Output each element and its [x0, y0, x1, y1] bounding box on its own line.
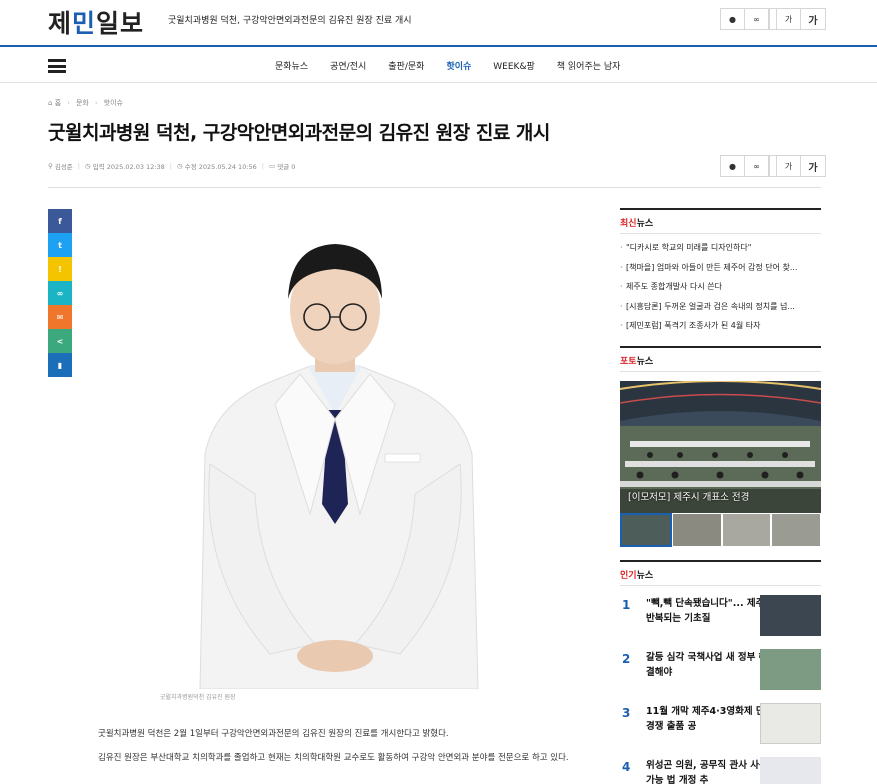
site-logo[interactable]: 제민일보: [48, 4, 144, 40]
article-paragraph: 굿윌치과병원 덕천은 2월 1일부터 구강악안면외과전문의 김유진 원장의 진료…: [98, 729, 449, 739]
kakaostory-icon[interactable]: !: [48, 257, 72, 281]
latest-news-list: "디카시로 학교의 미래를 디자인하다" [책마을] 엄마와 아들이 만든 제주…: [620, 234, 821, 336]
comment-icon: ▭: [269, 162, 276, 170]
article-comments[interactable]: 댓글 0: [277, 161, 295, 171]
clock-icon: ◷: [177, 162, 183, 170]
photo-news-main[interactable]: [이모저모] 제주시 개표소 전경: [620, 381, 821, 513]
list-item[interactable]: 제주도 종합개발사 다시 쓴다: [620, 277, 821, 297]
breadcrumb: ⌂ 홈 › 문화 › 핫이슈: [48, 98, 123, 108]
list-item[interactable]: 2 갈등 심각 국책사업 새 정부 해결해야: [620, 649, 821, 692]
list-item[interactable]: [제민포럼] 폭격기 조종사가 된 4월 타자: [620, 316, 821, 336]
list-item[interactable]: 3 11월 개막 제주4·3영화제 단편경쟁 출품 공: [620, 703, 821, 746]
breadcrumb-culture[interactable]: 문화: [76, 98, 89, 108]
breadcrumb-home[interactable]: 홈: [55, 98, 61, 108]
photo-caption: 굿윌치과병원덕천 김유진 원장: [160, 694, 236, 701]
breadcrumb-hot-issue[interactable]: 핫이슈: [104, 98, 123, 108]
logo-text-3: 일보: [96, 9, 145, 38]
article-photo: [160, 214, 510, 689]
popular-thumb: [760, 649, 821, 690]
article-created: 입력 2025.02.03 12:38: [92, 163, 165, 171]
list-item[interactable]: 1 "빽,빽 단속됐습니다"... 제주서 반복되는 기초질: [620, 595, 821, 638]
logo-text-2: 민: [72, 9, 97, 38]
link-icon[interactable]: ∞: [745, 156, 769, 176]
popular-news-list: 1 "빽,빽 단속됐습니다"... 제주서 반복되는 기초질 2 갈등 심각 국…: [620, 595, 821, 784]
photo-news-heading: 포토뉴스: [620, 346, 821, 372]
popular-thumb: [760, 595, 821, 636]
latest-news-heading: 최신뉴스: [620, 208, 821, 234]
facebook-icon[interactable]: f: [48, 209, 72, 233]
author-icon: ⚲: [48, 162, 53, 170]
top-tool-buttons: ● ∞ 가 가: [720, 8, 826, 30]
popular-news-heading: 인기뉴스: [620, 560, 821, 586]
top-bar: 제민일보 굿윌치과병원 덕천, 구강악안면외과전문의 김유진 원장 진료 개시 …: [0, 0, 877, 45]
popular-news: 인기뉴스: [620, 560, 821, 586]
article-modified: 수정 2025.05.24 10:56: [184, 163, 257, 171]
popular-thumb: [760, 703, 821, 744]
link-icon[interactable]: ∞: [48, 281, 72, 305]
bookmark-icon[interactable]: ▮: [48, 353, 72, 377]
clock-icon: ◷: [85, 162, 91, 170]
list-item[interactable]: "디카시로 학교의 미래를 디자인하다": [620, 238, 821, 258]
email-icon[interactable]: ✉: [48, 305, 72, 329]
share-bar: f t ! ∞ ✉ < ▮: [48, 209, 72, 377]
main-nav: 문화뉴스 공연/전시 출판/문화 핫이슈 WEEK&팡 책 읽어주는 남자: [0, 45, 877, 83]
photo-thumb[interactable]: [771, 513, 821, 547]
nav-item-hot-issue[interactable]: 핫이슈: [446, 59, 471, 72]
link-icon[interactable]: ∞: [745, 9, 769, 29]
nav-item-book-reader[interactable]: 책 읽어주는 남자: [557, 59, 621, 72]
share-icon[interactable]: <: [48, 329, 72, 353]
photo-news-caption: [이모저모] 제주시 개표소 전경: [628, 492, 750, 503]
photo-thumb[interactable]: [721, 513, 772, 547]
article-meta: ⚲ 김성준 | ◷ 입력 2025.02.03 12:38 | ◷ 수정 202…: [48, 161, 296, 171]
home-icon[interactable]: ⌂: [48, 99, 52, 107]
font-large-button[interactable]: 가: [801, 9, 825, 29]
list-item[interactable]: 4 위성곤 의원, 공무직 관사 사용 가능 법 개정 추: [620, 757, 821, 784]
logo-text-1: 제: [48, 9, 73, 38]
photo-thumb[interactable]: [620, 513, 672, 547]
article-title: 굿윌치과병원 덕천, 구강악안면외과전문의 김유진 원장 진료 개시: [48, 122, 550, 144]
print-icon[interactable]: ●: [721, 9, 745, 29]
list-item[interactable]: [시흥담론] 두꺼운 얼굴과 검은 속내의 정치를 넘...: [620, 297, 821, 317]
nav-item-week[interactable]: WEEK&팡: [493, 59, 534, 72]
nav-item-publishing[interactable]: 출판/문화: [388, 59, 424, 72]
article-tool-buttons: ● ∞ 가 가: [720, 155, 826, 177]
top-headline[interactable]: 굿윌치과병원 덕천, 구강악안면외과전문의 김유진 원장 진료 개시: [168, 13, 412, 26]
latest-news: 최신뉴스 "디카시로 학교의 미래를 디자인하다" [책마을] 엄마와 아들이 …: [620, 208, 821, 336]
nav-item-performance[interactable]: 공연/전시: [330, 59, 366, 72]
font-large-button[interactable]: 가: [801, 156, 825, 176]
photo-news: 포토뉴스 [이모저모] 제주시 개표소 전경: [620, 346, 821, 547]
photo-thumb[interactable]: [671, 513, 722, 547]
font-small-button[interactable]: 가: [777, 156, 801, 176]
nav-menu: 문화뉴스 공연/전시 출판/문화 핫이슈 WEEK&팡 책 읽어주는 남자: [275, 59, 642, 72]
nav-item-culture-news[interactable]: 문화뉴스: [275, 59, 308, 72]
list-item[interactable]: [책마을] 엄마와 아들이 만든 제주어 감정 단어 찾...: [620, 258, 821, 278]
article-author[interactable]: 김성준: [55, 161, 73, 171]
article-paragraph: 김유진 원장은 부산대학교 치의학과를 졸업하고 현재는 치의학대학원 교수로도…: [98, 753, 569, 763]
twitter-icon[interactable]: t: [48, 233, 72, 257]
photo-thumbs: [620, 513, 821, 547]
print-icon[interactable]: ●: [721, 156, 745, 176]
popular-thumb: [760, 757, 821, 784]
menu-icon[interactable]: [48, 59, 66, 73]
title-divider: [48, 187, 821, 188]
font-small-button[interactable]: 가: [777, 9, 801, 29]
